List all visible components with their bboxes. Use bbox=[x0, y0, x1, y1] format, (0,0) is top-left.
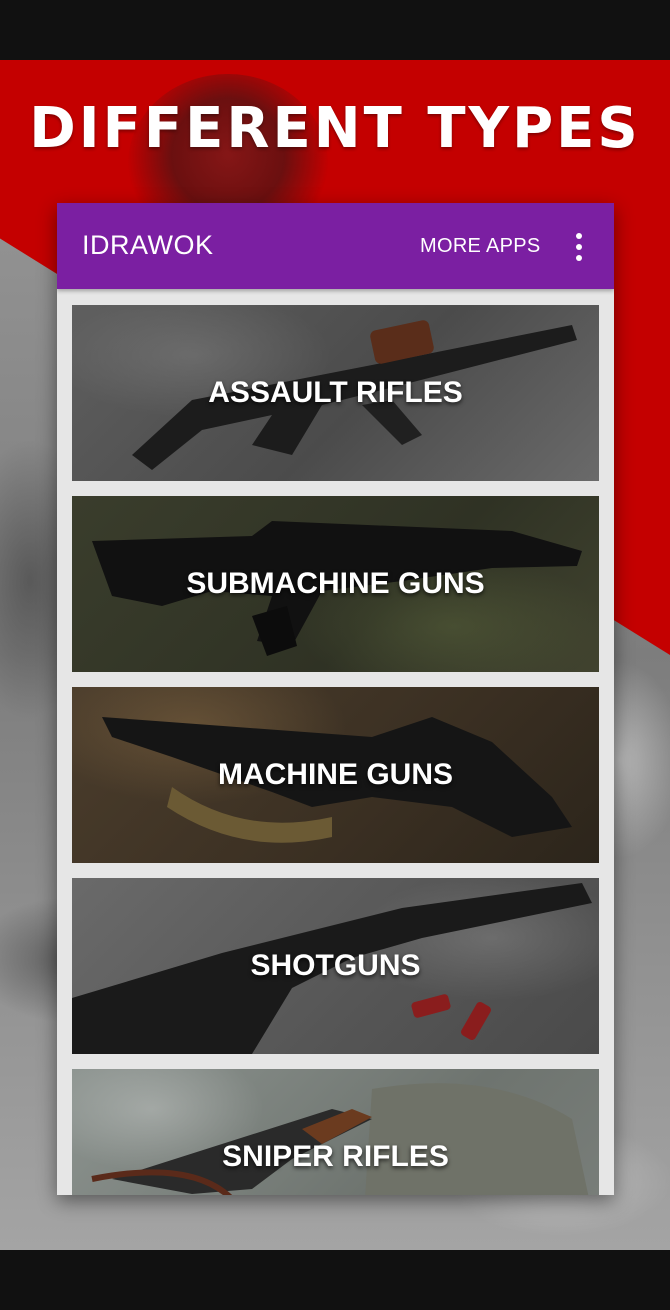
category-card-machine-guns[interactable]: MACHINE GUNS bbox=[72, 687, 599, 863]
category-label: MACHINE GUNS bbox=[217, 758, 453, 791]
category-card-assault-rifles[interactable]: ASSAULT RIFLES bbox=[72, 305, 599, 481]
category-list: ASSAULT RIFLES SUBMACHINE GUNS MACHINE G… bbox=[72, 305, 599, 1195]
promo-background: DIFFERENT TYPES IDRAWOK MORE APPS ASSAUL… bbox=[0, 60, 670, 1250]
sniper-rifle-photo bbox=[72, 1069, 599, 1195]
category-label: ASSAULT RIFLES bbox=[208, 376, 463, 409]
more-apps-button[interactable]: MORE APPS bbox=[420, 235, 541, 258]
app-toolbar: IDRAWOK MORE APPS bbox=[57, 203, 614, 289]
category-card-submachine-guns[interactable]: SUBMACHINE GUNS bbox=[72, 496, 599, 672]
more-vert-icon[interactable] bbox=[567, 229, 591, 265]
app-title: IDRAWOK bbox=[82, 230, 214, 260]
category-card-shotguns[interactable]: SHOTGUNS bbox=[72, 878, 599, 1054]
category-label: SNIPER RIFLES bbox=[222, 1140, 449, 1173]
category-card-sniper-rifles[interactable]: SNIPER RIFLES bbox=[72, 1069, 599, 1195]
category-label: SUBMACHINE GUNS bbox=[186, 567, 485, 600]
promo-title: DIFFERENT TYPES bbox=[29, 96, 641, 161]
app-screen: IDRAWOK MORE APPS ASSAULT RIFLES SUBMACH… bbox=[57, 203, 614, 1195]
category-label: SHOTGUNS bbox=[250, 949, 421, 982]
